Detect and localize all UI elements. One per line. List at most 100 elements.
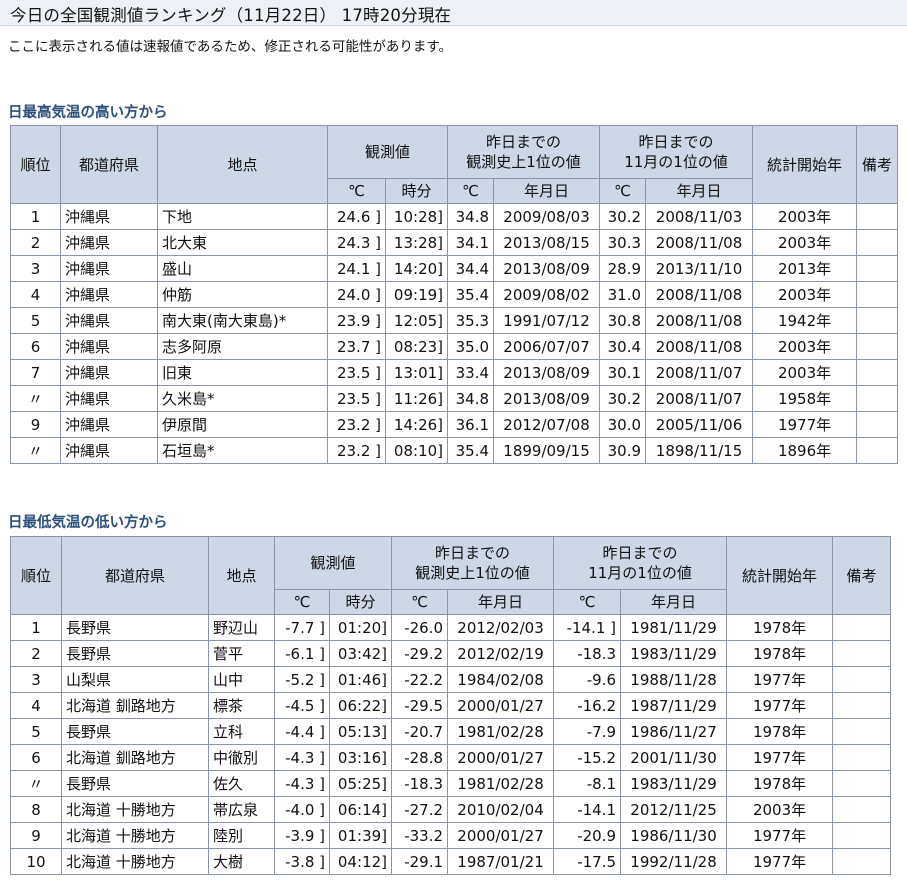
- month-record-date-cell: 2008/11/08: [645, 333, 754, 360]
- header-note: 備考: [856, 125, 899, 204]
- observed-value-cell: -4.4 ]: [274, 718, 330, 745]
- record-date-cell: 2010/02/04: [447, 796, 555, 823]
- month-record-date-cell: 2001/11/30: [620, 744, 728, 771]
- observed-value-cell: 23.5 ]: [327, 385, 386, 412]
- rank-cell: 5: [10, 718, 62, 745]
- header-prefecture: 都道府県: [60, 125, 158, 204]
- observed-value-cell: 23.2 ]: [327, 411, 386, 438]
- start-year-cell: 2003年: [752, 281, 858, 308]
- observed-value-cell: -6.1 ]: [274, 640, 330, 667]
- prefecture-cell: 長野県: [61, 718, 209, 745]
- observed-time-cell: 10:28]: [384, 203, 449, 230]
- header-record-all-time: 昨日までの 観測史上1位の値: [447, 125, 601, 179]
- record-value-cell: 35.0: [447, 333, 495, 360]
- start-year-cell: 1896年: [752, 437, 858, 464]
- place-cell: 仲筋: [157, 281, 328, 308]
- month-record-date-cell: 1983/11/29: [620, 770, 728, 797]
- observed-value-cell: -3.9 ]: [274, 822, 330, 849]
- note-cell: [856, 437, 899, 464]
- observed-time-cell: 13:28]: [384, 229, 449, 256]
- start-year-cell: 2013年: [752, 255, 858, 282]
- record-value-cell: -29.1: [391, 848, 449, 875]
- note-cell: [832, 744, 892, 771]
- table-row: 5 沖縄県 南大東(南大東島)* 23.9 ] 12:05] 35.3 1991/07/12…: [10, 307, 899, 334]
- observed-value-cell: 24.3 ]: [327, 229, 386, 256]
- note-cell: [832, 640, 892, 667]
- start-year-cell: 2003年: [726, 796, 834, 823]
- prefecture-cell: 北海道 十勝地方: [61, 796, 209, 823]
- table-row: 6 沖縄県 志多阿原 23.7 ] 08:23] 35.0 2006/07/07 30.4 20…: [10, 333, 899, 360]
- prefecture-cell: 沖縄県: [60, 333, 158, 360]
- header-deg: ℃: [391, 589, 449, 615]
- month-record-date-cell: 1987/11/29: [620, 692, 728, 719]
- observed-time-cell: 05:25]: [328, 770, 393, 797]
- rank-cell: 8: [10, 796, 62, 823]
- header-rank: 順位: [10, 536, 62, 615]
- header-note: 備考: [832, 536, 892, 615]
- start-year-cell: 2003年: [752, 359, 858, 386]
- prefecture-cell: 沖縄県: [60, 255, 158, 282]
- observed-value-cell: -5.2 ]: [274, 666, 330, 693]
- rank-cell: 1: [10, 614, 62, 641]
- preliminary-notice: ここに表示される値は速報値であるため、修正される可能性があります。: [8, 39, 453, 55]
- header-record-month: 昨日までの 11月の1位の値: [599, 125, 754, 179]
- prefecture-cell: 長野県: [61, 770, 209, 797]
- note-cell: [832, 848, 892, 875]
- record-value-cell: 34.4: [447, 255, 495, 282]
- rank-cell: 〃: [10, 385, 61, 412]
- rank-cell: 6: [10, 744, 62, 771]
- table-row: 6 北海道 釧路地方 中徹別 -4.3 ] 03:16] -28.8 2000/01/27-…: [10, 744, 892, 771]
- month-record-value-cell: 30.9: [599, 437, 647, 464]
- record-value-cell: 33.4: [447, 359, 495, 386]
- observed-value-cell: -4.3 ]: [274, 770, 330, 797]
- observed-time-cell: 12:05]: [384, 307, 449, 334]
- record-value-cell: 35.4: [447, 437, 495, 464]
- observed-value-cell: -4.0 ]: [274, 796, 330, 823]
- table-row: 2 長野県 菅平 -6.1 ] 03:42] -29.2 2012/02/19 -18.3 19…: [10, 640, 892, 667]
- table-row: 〃沖縄県 久米島* 23.5 ] 11:26] 34.8 2013/08/09 30.2 20…: [10, 385, 899, 412]
- place-cell: 下地: [157, 203, 328, 230]
- header-date: 年月日: [620, 589, 728, 615]
- start-year-cell: 1977年: [752, 411, 858, 438]
- observed-time-cell: 06:22]: [328, 692, 393, 719]
- month-record-date-cell: 2008/11/08: [645, 229, 754, 256]
- start-year-cell: 1958年: [752, 385, 858, 412]
- record-value-cell: -26.0: [391, 614, 449, 641]
- month-record-date-cell: 2008/11/08: [645, 307, 754, 334]
- header-deg: ℃: [447, 178, 495, 204]
- record-date-cell: 2013/08/09: [493, 359, 601, 386]
- header-time: 時分: [384, 178, 449, 204]
- month-record-date-cell: 1898/11/15: [645, 437, 754, 464]
- observed-time-cell: 03:16]: [328, 744, 393, 771]
- prefecture-cell: 長野県: [61, 614, 209, 641]
- month-record-value-cell: 30.1: [599, 359, 647, 386]
- month-record-value-cell: -16.2: [553, 692, 622, 719]
- observed-value-cell: -4.5 ]: [274, 692, 330, 719]
- rank-cell: 5: [10, 307, 61, 334]
- start-year-cell: 1977年: [726, 744, 834, 771]
- start-year-cell: 2003年: [752, 229, 858, 256]
- note-cell: [832, 614, 892, 641]
- record-value-cell: -33.2: [391, 822, 449, 849]
- start-year-cell: 1978年: [726, 640, 834, 667]
- header-place: 地点: [208, 536, 275, 615]
- month-record-date-cell: 1983/11/29: [620, 640, 728, 667]
- rank-cell: 9: [10, 411, 61, 438]
- prefecture-cell: 沖縄県: [60, 307, 158, 334]
- rank-cell: 7: [10, 359, 61, 386]
- table-row: 4 沖縄県 仲筋 24.0 ] 09:19] 35.4 2009/08/02 31.0 2008…: [10, 281, 899, 308]
- record-value-cell: 35.3: [447, 307, 495, 334]
- table-row: 3 山梨県 山中 -5.2 ] 01:46] -22.2 1984/02/08 -9.6 198…: [10, 666, 892, 693]
- place-cell: 伊原間: [157, 411, 328, 438]
- observed-value-cell: 24.6 ]: [327, 203, 386, 230]
- month-record-date-cell: 1992/11/28: [620, 848, 728, 875]
- record-value-cell: -20.7: [391, 718, 449, 745]
- observed-value-cell: -7.7 ]: [274, 614, 330, 641]
- month-record-date-cell: 2005/11/06: [645, 411, 754, 438]
- note-cell: [832, 770, 892, 797]
- place-cell: 野辺山: [208, 614, 275, 641]
- start-year-cell: 1977年: [726, 666, 834, 693]
- record-date-cell: 1981/02/28: [447, 718, 555, 745]
- prefecture-cell: 沖縄県: [60, 437, 158, 464]
- observed-time-cell: 01:39]: [328, 822, 393, 849]
